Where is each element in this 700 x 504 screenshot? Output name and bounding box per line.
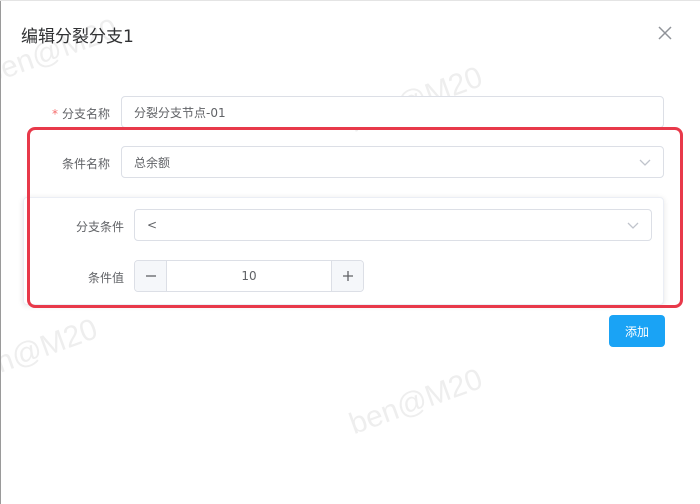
- condition-value-stepper: 10: [134, 260, 364, 292]
- watermark: ben@M20: [0, 312, 102, 392]
- close-icon: [658, 26, 672, 40]
- branch-name-label-text: 分支名称: [61, 107, 110, 121]
- branch-name-value: 分裂分支节点-01: [134, 105, 226, 120]
- window-edge: [0, 0, 1, 504]
- watermark: ben@M20: [345, 362, 487, 442]
- decrease-button[interactable]: [135, 261, 167, 291]
- add-button[interactable]: 添加: [609, 315, 665, 347]
- branch-condition-value: <: [147, 218, 158, 232]
- branch-name-input[interactable]: 分裂分支节点-01: [121, 96, 664, 128]
- branch-condition-label: 分支条件: [75, 220, 124, 234]
- condition-value-input[interactable]: 10: [167, 261, 331, 291]
- increase-button[interactable]: [331, 261, 363, 291]
- chevron-down-icon: [639, 159, 651, 166]
- dialog-header: 编辑分裂分支1: [0, 0, 700, 70]
- required-mark: *: [51, 107, 58, 121]
- chevron-down-icon: [627, 222, 639, 229]
- condition-name-label: 条件名称: [61, 157, 110, 171]
- condition-value-label: 条件值: [87, 271, 124, 285]
- close-button[interactable]: [654, 22, 676, 44]
- branch-name-label: * 分支名称: [40, 105, 110, 122]
- dialog-title: 编辑分裂分支1: [21, 27, 134, 47]
- minus-icon: [145, 275, 156, 277]
- condition-name-value: 总余额: [134, 155, 171, 170]
- condition-name-select[interactable]: 总余额: [121, 146, 664, 178]
- branch-condition-select[interactable]: <: [134, 209, 652, 241]
- plus-icon: [342, 271, 353, 281]
